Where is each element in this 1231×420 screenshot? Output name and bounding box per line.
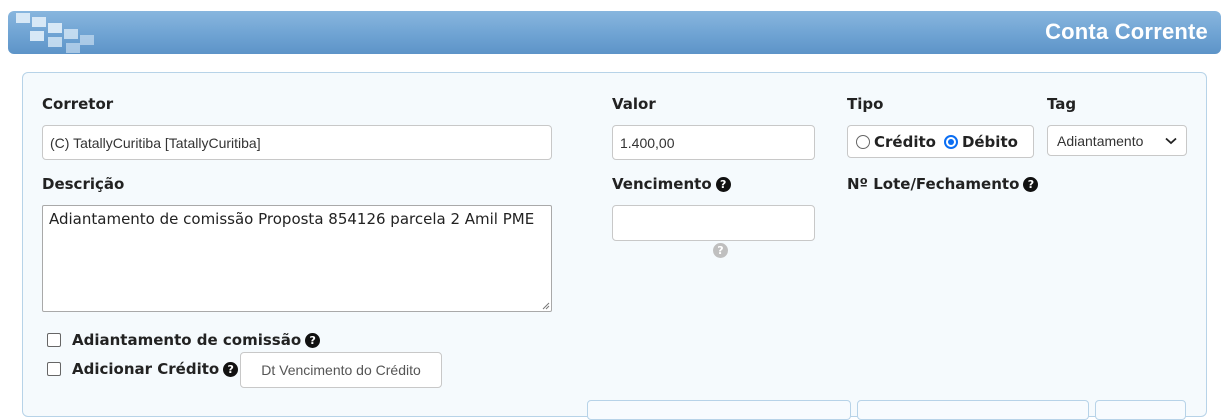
valor-value: 1.400,00 — [620, 134, 675, 151]
tag-selected-value: Adiantamento — [1057, 132, 1144, 149]
tag-select[interactable]: Adiantamento — [1047, 125, 1187, 156]
descricao-value: Adiantamento de comissão Proposta 854126… — [49, 210, 535, 228]
valor-input[interactable]: 1.400,00 — [612, 125, 815, 160]
help-icon[interactable]: ? — [1023, 177, 1039, 192]
adiantamento-comissao-checkbox[interactable] — [47, 333, 61, 347]
dt-vencimento-credito-button[interactable]: Dt Vencimento do Crédito — [240, 352, 442, 388]
adicionar-credito-checkbox[interactable] — [47, 362, 61, 376]
adicionar-credito-label: Adicionar Crédito? — [72, 360, 239, 378]
help-icon[interactable]: ? — [305, 333, 321, 348]
adiantamento-comissao-text: Adiantamento de comissão — [72, 331, 302, 349]
vencimento-input[interactable] — [612, 205, 815, 241]
help-icon[interactable]: ? — [715, 177, 731, 192]
tipo-radio-group: Crédito Débito — [847, 125, 1034, 158]
radio-checked-icon[interactable] — [943, 134, 958, 149]
tipo-label: Tipo — [847, 95, 884, 113]
dt-vencimento-credito-label: Dt Vencimento do Crédito — [261, 362, 421, 378]
corretor-input[interactable]: (C) TatallyCuritiba [TatallyCuritiba] — [42, 125, 552, 160]
resize-grip-icon[interactable] — [541, 301, 550, 310]
help-icon[interactable]: ? — [713, 243, 728, 258]
lote-label-text: Nº Lote/Fechamento — [847, 175, 1020, 193]
adicionar-credito-text: Adicionar Crédito — [72, 360, 220, 378]
corretor-label: Corretor — [42, 95, 114, 113]
page-title: Conta Corrente — [1045, 19, 1208, 44]
chevron-down-icon — [1165, 137, 1177, 144]
bottom-button-1[interactable] — [587, 400, 851, 420]
tipo-debito-label: Débito — [961, 132, 1018, 151]
corretor-value: (C) TatallyCuritiba [TatallyCuritiba] — [50, 134, 261, 151]
radio-unchecked-icon[interactable] — [856, 134, 870, 149]
tag-label: Tag — [1047, 95, 1077, 113]
logo — [8, 11, 98, 54]
lote-label: Nº Lote/Fechamento? — [847, 175, 1039, 193]
help-icon[interactable]: ? — [223, 362, 239, 377]
bottom-button-2[interactable] — [857, 400, 1089, 420]
bottom-button-3[interactable] — [1095, 400, 1186, 420]
tipo-debito-radio[interactable]: Débito — [943, 132, 1018, 151]
page-header: Conta Corrente — [8, 11, 1221, 54]
vencimento-label-text: Vencimento — [612, 175, 712, 193]
tipo-credito-label: Crédito — [874, 132, 936, 151]
tipo-credito-radio[interactable]: Crédito — [856, 133, 936, 151]
descricao-label: Descrição — [42, 175, 125, 193]
valor-label: Valor — [612, 95, 656, 113]
adiantamento-comissao-label: Adiantamento de comissão? — [72, 331, 321, 349]
descricao-textarea[interactable]: Adiantamento de comissão Proposta 854126… — [42, 205, 552, 312]
vencimento-label: Vencimento? — [612, 175, 731, 193]
